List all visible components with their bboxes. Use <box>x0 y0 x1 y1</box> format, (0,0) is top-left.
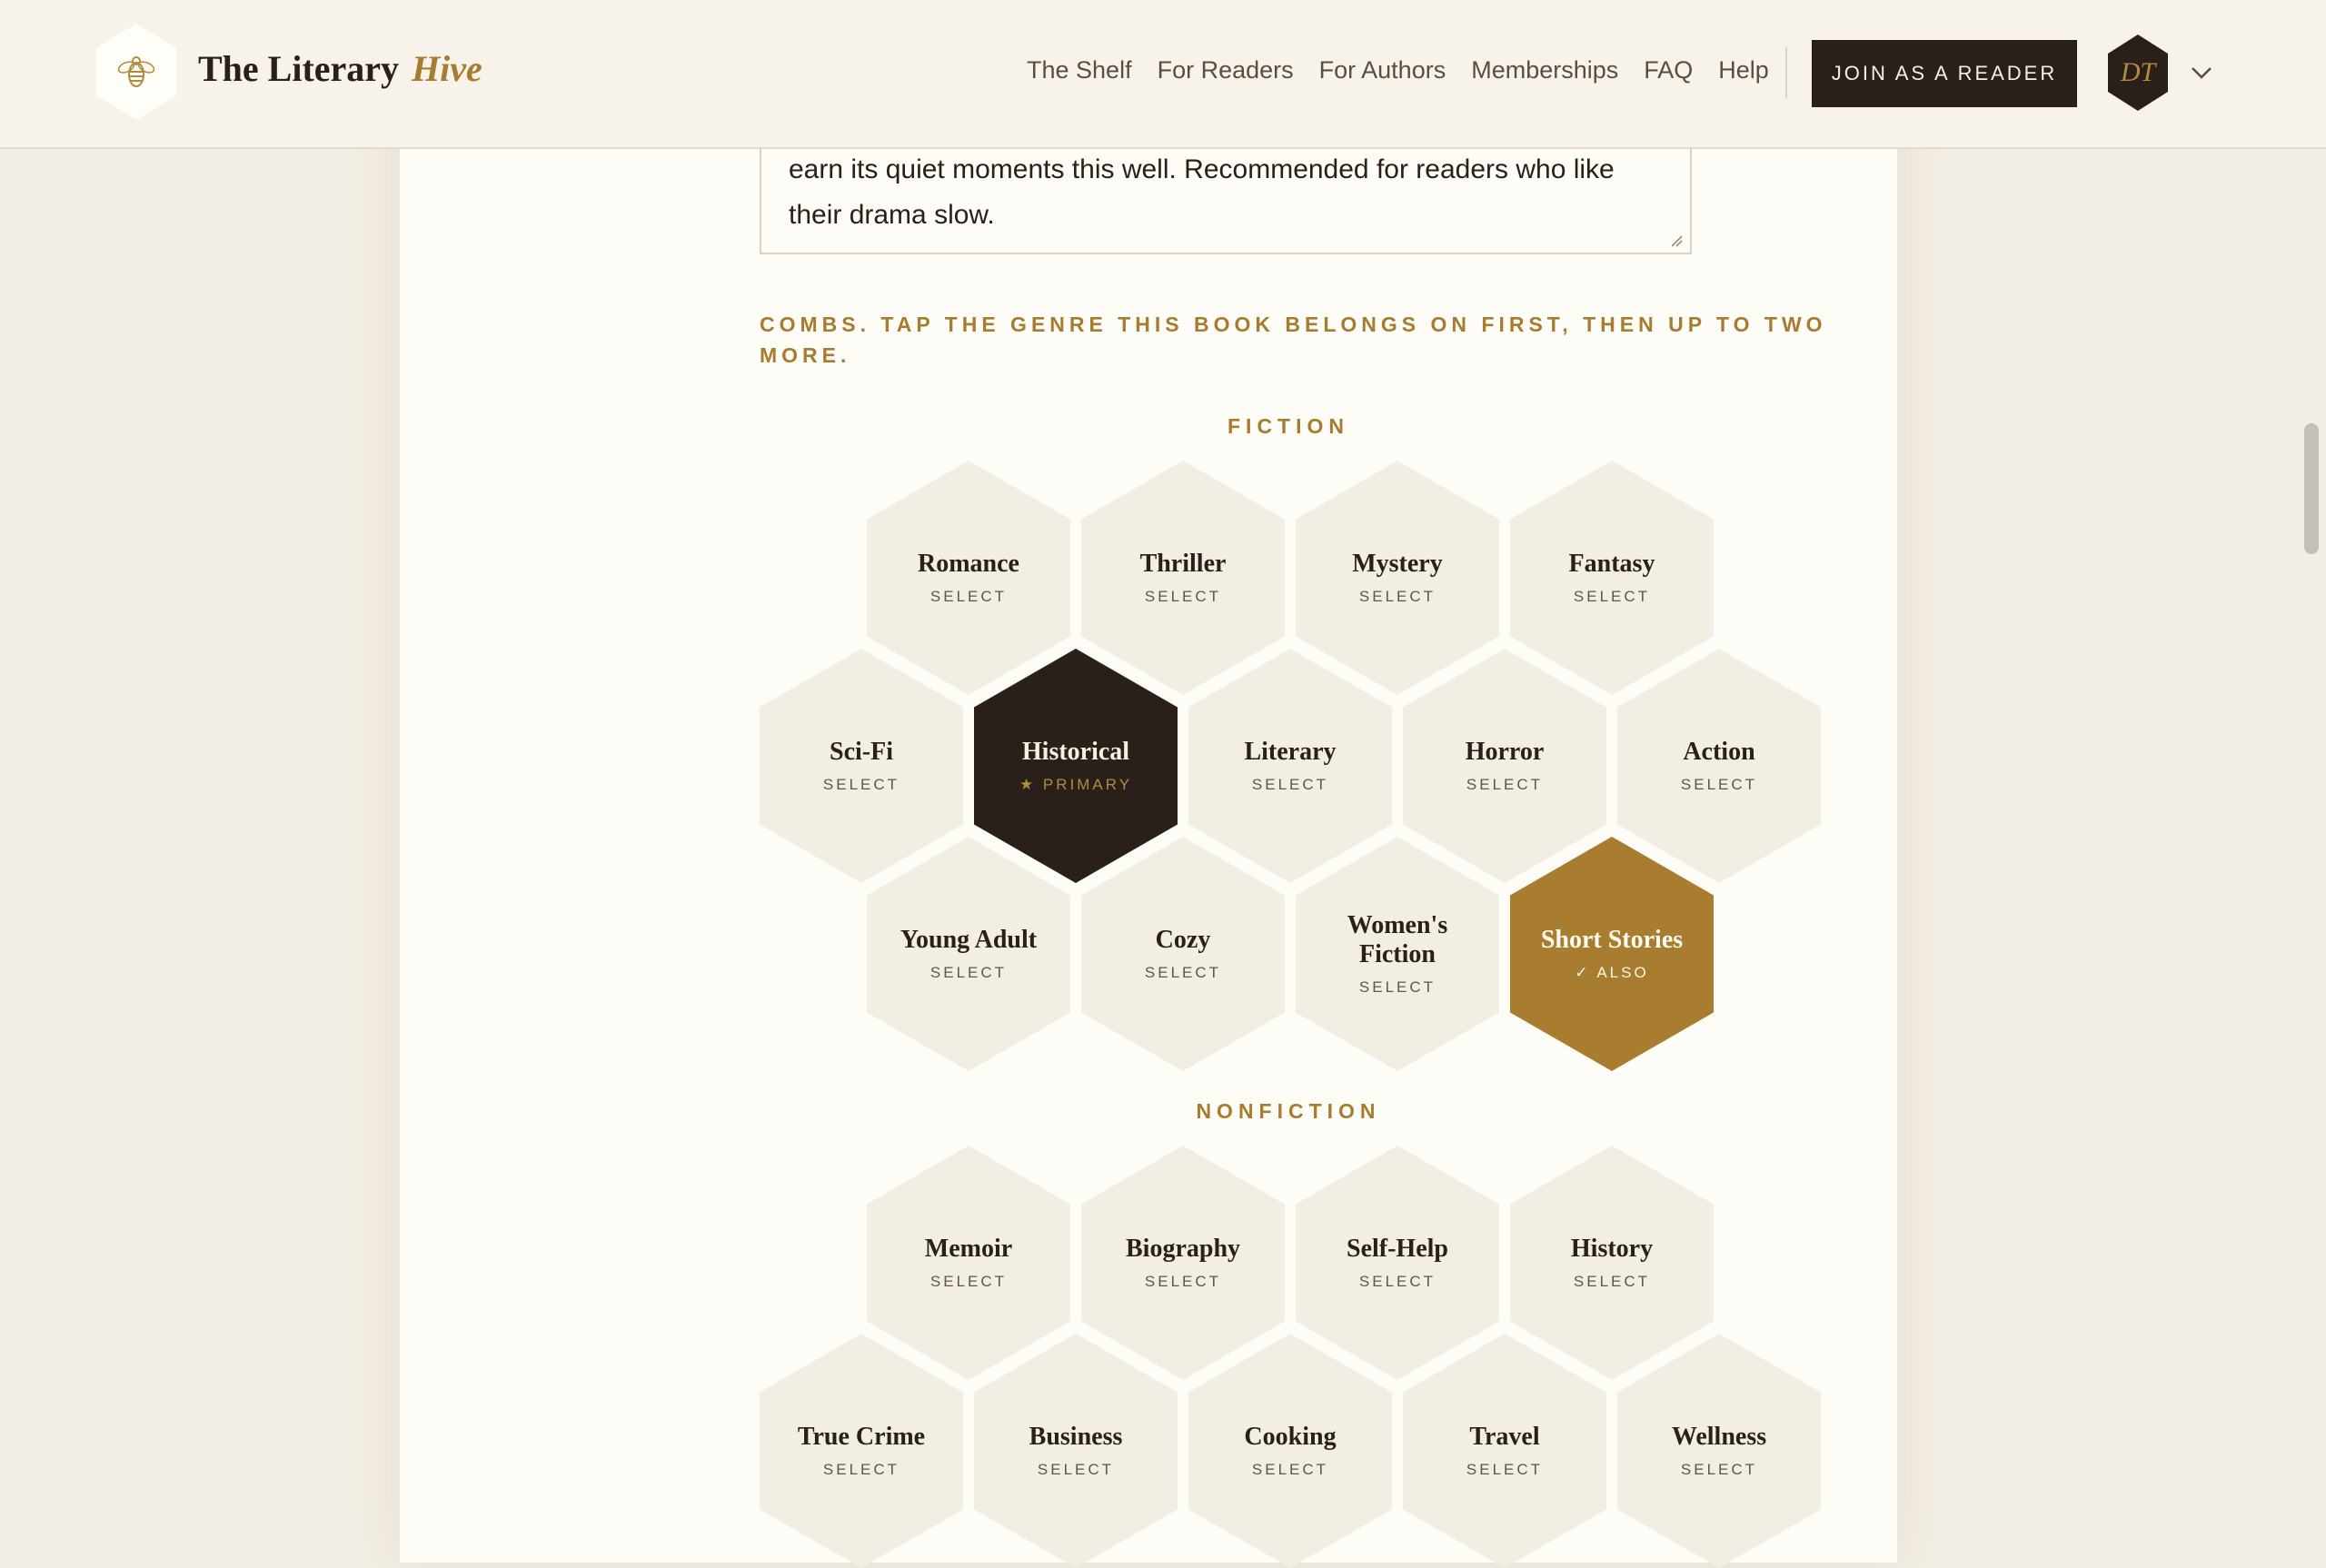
genre-state: SELECT <box>1573 588 1651 605</box>
genre-name: Historical <box>1021 738 1130 766</box>
genre-state: SELECT <box>1251 776 1329 793</box>
genre-state: SELECT <box>1251 1461 1329 1478</box>
nav-faq[interactable]: FAQ <box>1644 56 1693 84</box>
genre-state: SELECT <box>822 776 900 793</box>
genre-state: SELECT <box>1466 776 1544 793</box>
bee-logo-icon[interactable] <box>96 24 176 120</box>
join-as-reader-button[interactable]: JOIN AS A READER <box>1812 40 2077 107</box>
genre-name: Thriller <box>1139 550 1227 578</box>
genre-name: Horror <box>1465 738 1545 766</box>
genre-name: Romance <box>918 550 1019 578</box>
genre-instruction: COMBS. TAP THE GENRE THIS BOOK BELONGS O… <box>760 313 1827 367</box>
genre-state: SELECT <box>822 1461 900 1478</box>
genre-state: SELECT <box>1680 1461 1758 1478</box>
nav-help[interactable]: Help <box>1718 56 1769 84</box>
site-title-accent: Hive <box>412 48 482 89</box>
avatar[interactable]: DT <box>2108 35 2168 111</box>
genre-state: SELECT <box>1144 964 1222 981</box>
genre-state: SELECT <box>1358 978 1436 996</box>
site-title-main: The Literary <box>198 48 400 89</box>
site-header: The Literary Hive The Shelf For Readers F… <box>0 0 2326 149</box>
fiction-label: FICTION <box>1228 414 1349 438</box>
nav-memberships[interactable]: Memberships <box>1471 56 1618 84</box>
genre-name: Short Stories <box>1540 926 1684 954</box>
genre-state-also: ✓ ALSO <box>1575 964 1649 981</box>
genre-name: Self-Help <box>1347 1235 1448 1263</box>
genre-name: Sci-Fi <box>830 738 893 766</box>
genre-state: SELECT <box>1680 776 1758 793</box>
site-title[interactable]: The Literary Hive <box>198 47 482 90</box>
genre-name: Literary <box>1244 738 1337 766</box>
genre-name: True Crime <box>797 1423 926 1451</box>
genre-name: Young Adult <box>900 926 1038 954</box>
genre-name: Travel <box>1469 1423 1540 1451</box>
genre-state: SELECT <box>1037 1461 1115 1478</box>
genre-name: Women's Fiction <box>1347 911 1448 968</box>
review-text: earn its quiet moments this well. Recomm… <box>789 154 1615 230</box>
genre-name: Business <box>1029 1423 1123 1451</box>
genre-state-primary: ★ PRIMARY <box>1019 776 1133 793</box>
nav-divider <box>1785 47 1787 98</box>
genre-state: SELECT <box>929 588 1008 605</box>
nonfiction-label: NONFICTION <box>1196 1099 1381 1123</box>
genre-name: Fantasy <box>1568 550 1655 578</box>
genre-name: Cooking <box>1244 1423 1337 1451</box>
genre-name: Wellness <box>1671 1423 1767 1451</box>
scrollbar-track[interactable] <box>2299 0 2326 1563</box>
nav-the-shelf[interactable]: The Shelf <box>1027 56 1132 84</box>
genre-name: Mystery <box>1352 550 1443 578</box>
genre-state: SELECT <box>1358 1273 1436 1290</box>
genre-state: SELECT <box>1466 1461 1544 1478</box>
resize-handle-icon[interactable] <box>1668 233 1683 247</box>
genre-state: SELECT <box>929 964 1008 981</box>
chevron-down-icon[interactable] <box>2190 64 2213 82</box>
genre-state: SELECT <box>929 1273 1008 1290</box>
main-nav: The Shelf For Readers For Authors Member… <box>1027 56 1769 84</box>
genre-state: SELECT <box>1573 1273 1651 1290</box>
genre-name: History <box>1570 1235 1654 1263</box>
genre-name: Memoir <box>924 1235 1013 1263</box>
scrollbar-thumb[interactable] <box>2304 423 2319 554</box>
nav-for-readers[interactable]: For Readers <box>1158 56 1294 84</box>
genre-state: SELECT <box>1358 588 1436 605</box>
genre-state: SELECT <box>1144 1273 1222 1290</box>
genre-name: Cozy <box>1155 926 1211 954</box>
nav-for-authors[interactable]: For Authors <box>1319 56 1446 84</box>
genre-name: Biography <box>1125 1235 1241 1263</box>
genre-name: Action <box>1683 738 1755 766</box>
genre-state: SELECT <box>1144 588 1222 605</box>
